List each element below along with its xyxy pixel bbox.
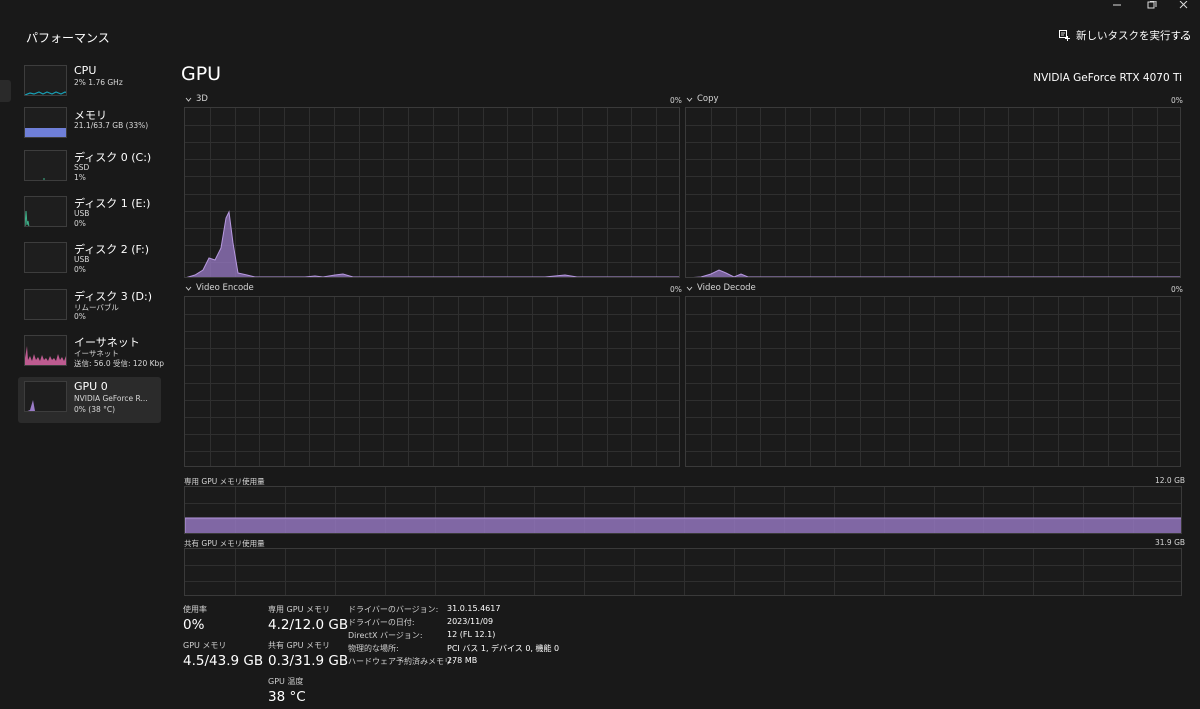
graph-copy-engine-selector[interactable]: Copy (686, 94, 719, 104)
nav-rail-indicator (0, 80, 11, 102)
graph-video-decode-selector[interactable]: Video Decode (686, 283, 756, 293)
sidebar-item-detail: SSD (74, 163, 90, 172)
close-icon (1179, 1, 1188, 9)
graph-copy-plot (686, 108, 1180, 277)
dedicated-gpu-memory-value: 4.2/12.0 GB (268, 617, 349, 633)
chevron-down-icon (185, 97, 192, 102)
memory-thumbnail-graph (24, 107, 67, 138)
sidebar-item-memory[interactable]: メモリ 21.1/63.7 GB (33%) (18, 105, 161, 151)
chevron-down-icon (185, 286, 192, 291)
graph-copy (685, 107, 1181, 278)
graph-3d (184, 107, 680, 278)
sidebar-item-detail: USB (74, 209, 90, 218)
graph-3d-plot (185, 108, 679, 277)
graph-video-encode (184, 296, 680, 467)
disk-thumbnail-graph (24, 289, 67, 320)
utilization-label: 使用率 (183, 605, 207, 614)
sidebar-item-detail: 0% (38 °C) (74, 405, 116, 414)
sidebar-item-detail: 0% (74, 312, 86, 321)
directx-version-label: DirectX バージョン: (348, 631, 423, 640)
sidebar-item-detail: 0% (74, 265, 86, 274)
page-title: GPU (181, 63, 222, 85)
sidebar-item-disk-0[interactable]: ディスク 0 (C:) SSD 1% (18, 148, 161, 194)
graph-video-decode (685, 296, 1181, 467)
graph-label: Video Decode (697, 283, 756, 293)
maximize-button[interactable] (1137, 0, 1167, 12)
sidebar-item-disk-3[interactable]: ディスク 3 (D:) リムーバブル 0% (18, 287, 161, 333)
sidebar-item-gpu-0[interactable]: GPU 0 NVIDIA GeForce R... 0% (38 °C) (18, 377, 161, 423)
minimize-icon (1113, 4, 1121, 6)
gpu-memory-value: 4.5/43.9 GB (183, 653, 264, 669)
gpu-temperature-label: GPU 温度 (268, 677, 304, 686)
sidebar-item-detail: 0% (74, 219, 86, 228)
sidebar-item-detail: 1% (74, 173, 86, 182)
graph-max-percent: 0% (670, 285, 682, 294)
shared-memory-plot (185, 549, 1181, 595)
graph-max-percent: 0% (1171, 96, 1183, 105)
graph-video-decode-plot (686, 297, 1180, 466)
close-button[interactable] (1169, 0, 1199, 12)
network-thumbnail-graph (24, 335, 67, 366)
gpu-thumbnail-graph (24, 381, 67, 412)
shared-gpu-memory-value: 0.3/31.9 GB (268, 653, 349, 669)
page-header-title: パフォーマンス (26, 31, 110, 45)
minimize-button[interactable] (1103, 0, 1133, 12)
dedicated-gpu-memory-label: 専用 GPU メモリ (268, 605, 330, 614)
dedicated-memory-max: 12.0 GB (1155, 476, 1186, 485)
reserved-memory-value: 278 MB (447, 656, 478, 665)
gpu-temperature-value: 38 °C (268, 689, 306, 705)
chevron-down-icon (686, 286, 693, 291)
sidebar-item-label: CPU (74, 64, 97, 77)
graph-label: 3D (196, 94, 208, 104)
dedicated-memory-graph (184, 486, 1182, 534)
run-new-task-button[interactable]: 新しいタスクを実行する (1059, 28, 1192, 43)
gpu-memory-label: GPU メモリ (183, 641, 227, 650)
reserved-memory-label: ハードウェア予約済みメモリ: (348, 657, 455, 666)
gpu-model-name: NVIDIA GeForce RTX 4070 Ti (1033, 72, 1182, 84)
utilization-value: 0% (183, 617, 205, 633)
graph-label: Copy (697, 94, 719, 104)
sidebar-item-disk-1[interactable]: ディスク 1 (E:) USB 0% (18, 194, 161, 240)
dedicated-memory-plot (185, 487, 1181, 533)
driver-version-label: ドライバーのバージョン: (348, 605, 439, 614)
chevron-down-icon (686, 97, 693, 102)
sidebar-item-ethernet[interactable]: イーサネット イーサネット 送信: 56.0 受信: 120 Kbps (18, 333, 164, 379)
more-options-button[interactable]: ... (1174, 27, 1190, 43)
graph-label: Video Encode (196, 283, 254, 293)
sidebar-item-detail: 21.1/63.7 GB (33%) (74, 121, 149, 130)
graph-video-encode-selector[interactable]: Video Encode (185, 283, 254, 293)
sidebar-item-detail: 2% 1.76 GHz (74, 78, 123, 87)
cpu-thumbnail-graph (24, 65, 67, 96)
sidebar-item-label: GPU 0 (74, 380, 108, 393)
disk-thumbnail-graph (24, 242, 67, 273)
restore-icon (1147, 1, 1157, 9)
new-task-icon (1059, 30, 1070, 41)
disk-thumbnail-graph (24, 150, 67, 181)
directx-version-value: 12 (FL 12.1) (447, 630, 496, 639)
physical-location-value: PCI バス 1, デバイス 0, 機能 0 (447, 644, 560, 653)
physical-location-label: 物理的な場所: (348, 644, 399, 653)
shared-gpu-memory-label: 共有 GPU メモリ (268, 641, 330, 650)
shared-memory-graph (184, 548, 1182, 596)
graph-3d-engine-selector[interactable]: 3D (185, 94, 208, 104)
driver-date-label: ドライバーの日付: (348, 618, 415, 627)
graph-max-percent: 0% (670, 96, 682, 105)
shared-memory-max: 31.9 GB (1155, 538, 1186, 547)
graph-video-encode-plot (185, 297, 679, 466)
sidebar-item-detail: NVIDIA GeForce R... (74, 394, 148, 403)
driver-date-value: 2023/11/09 (447, 617, 494, 626)
sidebar-item-cpu[interactable]: CPU 2% 1.76 GHz (18, 62, 161, 108)
disk-thumbnail-graph (24, 196, 67, 227)
sidebar-item-detail: 送信: 56.0 受信: 120 Kbps (74, 359, 164, 368)
dedicated-memory-fill (185, 517, 1181, 533)
sidebar-item-disk-2[interactable]: ディスク 2 (F:) USB 0% (18, 240, 161, 286)
sidebar-item-detail: USB (74, 255, 90, 264)
driver-version-value: 31.0.15.4617 (447, 604, 501, 613)
graph-max-percent: 0% (1171, 285, 1183, 294)
